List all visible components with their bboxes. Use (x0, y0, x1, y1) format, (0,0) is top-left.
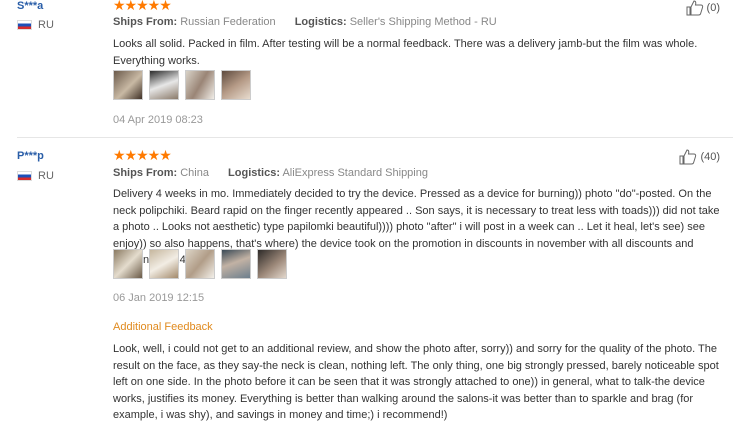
review-photos (113, 249, 287, 279)
review-author[interactable]: P***p (17, 150, 44, 162)
logistics-label: Logistics: (228, 167, 280, 179)
thumbs-up-icon (679, 149, 697, 165)
review-photo-thumbnail[interactable] (149, 249, 179, 279)
review-photo-thumbnail[interactable] (113, 70, 143, 100)
star-rating: ★★★★★ (113, 0, 172, 13)
review-photo-thumbnail[interactable] (113, 249, 143, 279)
review-date: 04 Apr 2019 08:23 (113, 114, 203, 126)
review-photos (113, 70, 251, 100)
ships-from-label: Ships From: (113, 16, 178, 28)
review-divider (17, 137, 733, 138)
review-photo-thumbnail[interactable] (185, 70, 215, 100)
ships-from-value: Russian Federation (180, 16, 276, 28)
russia-flag-icon (17, 20, 32, 30)
logistics-value: AliExpress Standard Shipping (282, 167, 428, 179)
review-country: RU (17, 170, 54, 182)
star-rating: ★★★★★ (113, 147, 172, 163)
additional-feedback-title: Additional Feedback (113, 321, 213, 333)
review-photo-thumbnail[interactable] (221, 249, 251, 279)
helpful-count: (0) (706, 2, 720, 14)
review-date: 06 Jan 2019 12:15 (113, 292, 205, 304)
russia-flag-icon (17, 171, 32, 181)
helpful-button[interactable]: (40) (679, 149, 720, 165)
review-photo-thumbnail[interactable] (149, 70, 179, 100)
review-meta: Ships From: China Logistics: AliExpress … (113, 167, 428, 179)
logistics-label: Logistics: (294, 16, 347, 28)
review-photo-thumbnail[interactable] (257, 249, 287, 279)
helpful-count: (40) (700, 151, 720, 163)
review-author[interactable]: S***a (17, 0, 43, 12)
country-code: RU (38, 170, 54, 182)
logistics-value: Seller's Shipping Method - RU (349, 16, 497, 28)
review-country: RU (17, 19, 54, 31)
additional-feedback-text: Look, well, i could not get to an additi… (113, 343, 719, 421)
thumbs-up-icon (686, 0, 703, 16)
ships-from-label: Ships From: (113, 167, 178, 179)
country-code: RU (38, 19, 54, 31)
review-meta: Ships From: Russian Federation Logistics… (113, 16, 497, 28)
ships-from-value: China (180, 167, 209, 179)
review-photo-thumbnail[interactable] (221, 70, 251, 100)
helpful-button[interactable]: (0) (686, 0, 720, 16)
review-photo-thumbnail[interactable] (185, 249, 215, 279)
review-text: Looks all solid. Packed in film. After t… (113, 38, 698, 67)
